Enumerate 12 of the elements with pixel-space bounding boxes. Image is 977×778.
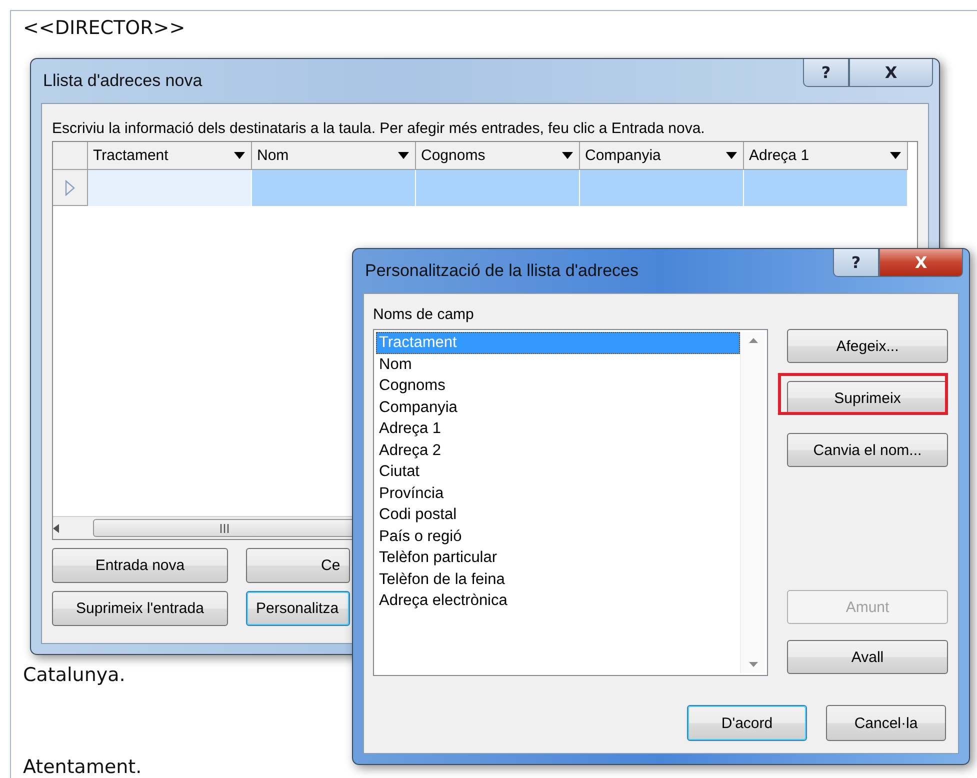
instruction-text: Escriviu la informació dels destinataris a la taula. Per afegir més entrades, feu clic a Entrada nova. xyxy=(52,120,706,137)
window-title: Personalització de la llista d'adreces xyxy=(364,261,639,281)
column-label: Cognoms xyxy=(421,147,486,164)
column-label: Tractament xyxy=(93,147,168,164)
document-text: Catalunya. xyxy=(23,664,126,686)
document-text: Atentament. xyxy=(23,758,142,778)
column-label: Adreça 1 xyxy=(749,147,810,164)
field-names-label: Noms de camp xyxy=(373,306,475,323)
document-text: <<DIRECTOR>> xyxy=(23,17,186,39)
column-label: Nom xyxy=(257,147,289,164)
window-title: Llista d'adreces nova xyxy=(42,71,202,91)
column-label: Companyia xyxy=(585,147,661,164)
